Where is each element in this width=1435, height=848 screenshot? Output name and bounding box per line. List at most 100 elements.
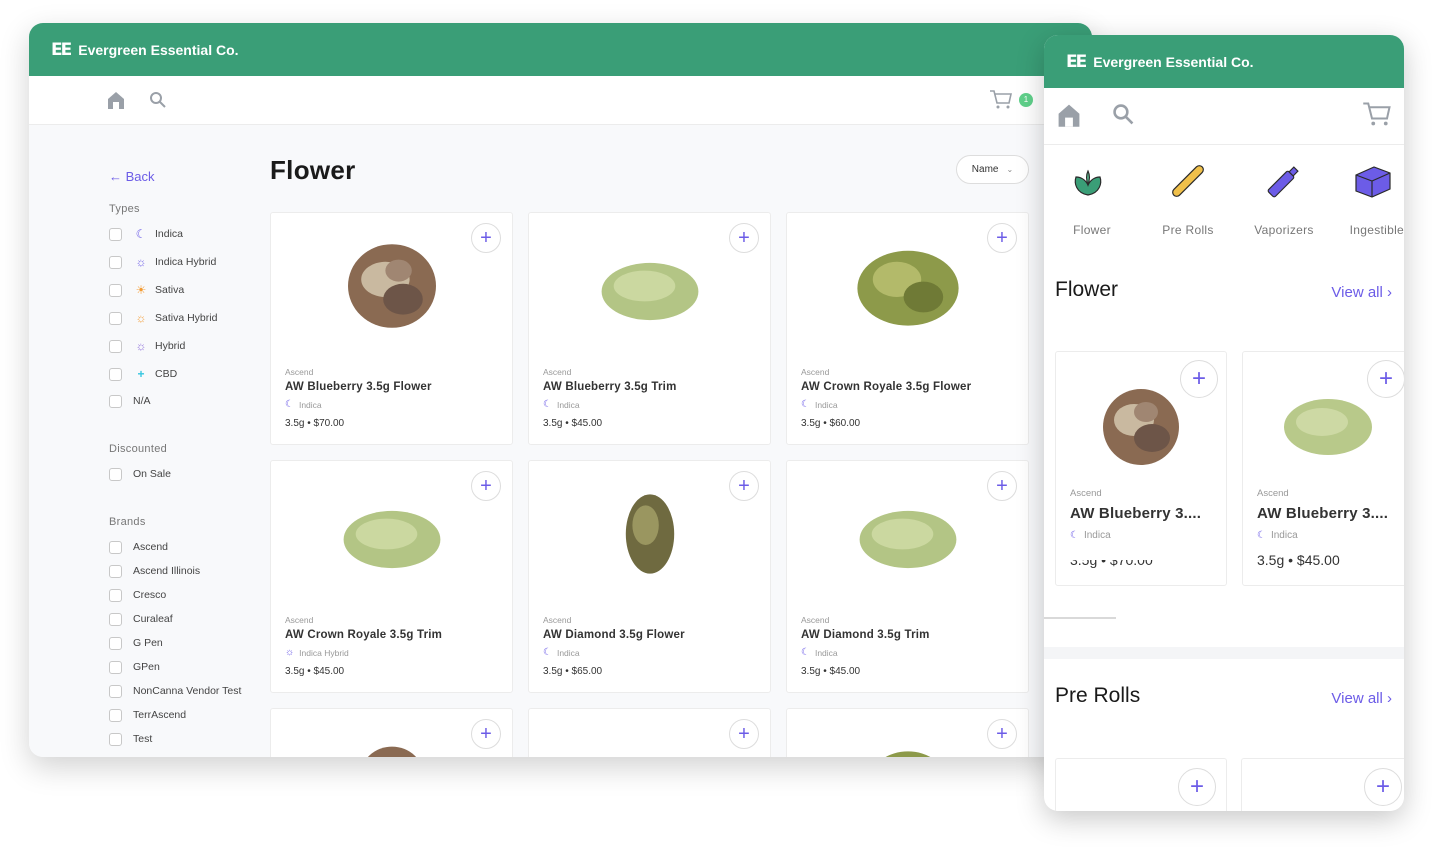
checkbox[interactable]: [109, 394, 122, 408]
product-card[interactable]: +: [528, 708, 771, 757]
add-to-cart-button[interactable]: +: [987, 223, 1017, 253]
category-pre-rolls[interactable]: Pre Rolls: [1140, 145, 1236, 240]
checkbox[interactable]: [109, 540, 122, 554]
filter-label: N/A: [133, 395, 151, 407]
product-card[interactable]: +: [1241, 758, 1404, 811]
checkbox[interactable]: [109, 339, 122, 353]
cart-icon[interactable]: [1362, 101, 1392, 126]
filter-brand[interactable]: Ascend Illinois: [109, 563, 200, 579]
filter-type-hybrid[interactable]: ☼ Hybrid: [109, 338, 185, 354]
store-name[interactable]: Evergreen Essential Co.: [78, 42, 238, 58]
checkbox[interactable]: [109, 708, 122, 722]
filter-brand[interactable]: GPen: [109, 659, 160, 675]
add-to-cart-button[interactable]: +: [987, 719, 1017, 749]
add-to-cart-button[interactable]: +: [471, 719, 501, 749]
add-to-cart-button[interactable]: +: [1180, 360, 1218, 398]
filter-brand[interactable]: TerrAscend: [109, 707, 186, 723]
product-card[interactable]: + Ascend AW Crown Royale 3.5g Flower ☾ Indic…: [786, 212, 1029, 445]
add-to-cart-button[interactable]: +: [729, 471, 759, 501]
add-to-cart-button[interactable]: +: [729, 719, 759, 749]
add-to-cart-button[interactable]: +: [1364, 768, 1402, 806]
product-card[interactable]: + Ascend AW Blueberry 3.5g Trim ☾ Indica 3.5g…: [528, 212, 771, 445]
home-icon[interactable]: [1056, 102, 1082, 128]
pre-roll-icon: [1172, 165, 1204, 197]
main-content: ← Back Types ☾ Indica ☼ Indica Hybrid ☀ Sat…: [29, 125, 1092, 757]
checkbox[interactable]: [109, 684, 122, 698]
filter-type-sativa-hybrid[interactable]: ☼ Sativa Hybrid: [109, 310, 217, 326]
add-to-cart-button[interactable]: +: [1178, 768, 1216, 806]
product-card[interactable]: +: [786, 708, 1029, 757]
checkbox[interactable]: [109, 311, 122, 325]
logo[interactable]: EE: [1066, 52, 1087, 72]
add-to-cart-button[interactable]: +: [1367, 360, 1404, 398]
product-card[interactable]: + Ascend AW Crown Royale 3.5g Trim ☼ Indica …: [270, 460, 513, 693]
add-to-cart-button[interactable]: +: [987, 471, 1017, 501]
category-flower[interactable]: Flower: [1044, 145, 1140, 240]
filter-label: Curaleaf: [133, 613, 173, 625]
filter-brand[interactable]: G Pen: [109, 635, 163, 651]
category-ingestibles[interactable]: Ingestibles: [1332, 145, 1404, 240]
store-name[interactable]: Evergreen Essential Co.: [1093, 54, 1253, 70]
sort-dropdown[interactable]: Name ⌄: [956, 155, 1029, 184]
product-brand: Ascend: [285, 367, 314, 377]
checkbox[interactable]: [109, 227, 122, 241]
search-icon[interactable]: [149, 91, 167, 109]
filter-type-cbd[interactable]: + CBD: [109, 366, 177, 382]
logo[interactable]: EE: [51, 40, 72, 60]
product-image: [601, 262, 698, 321]
sativa-hybrid-icon: ☼: [135, 311, 147, 325]
product-strain: ☾ Indica: [543, 399, 580, 410]
checkbox[interactable]: [109, 732, 122, 746]
product-card[interactable]: + Ascend AW Blueberry 3.... ☾ Indica 3.5g…: [1242, 351, 1404, 586]
nav-bar: [1044, 88, 1404, 145]
home-icon[interactable]: [106, 90, 126, 110]
checkbox[interactable]: [109, 660, 122, 674]
product-name: AW Crown Royale 3.5g Trim: [285, 629, 443, 641]
checkbox[interactable]: [109, 283, 122, 297]
add-to-cart-button[interactable]: +: [471, 471, 501, 501]
filter-label: Ascend Illinois: [133, 565, 201, 577]
filter-type-na[interactable]: N/A: [109, 393, 151, 409]
scroll-indicator[interactable]: [1044, 617, 1116, 619]
filter-brand[interactable]: Ascend: [109, 539, 168, 555]
filter-type-indica-hybrid[interactable]: ☼ Indica Hybrid: [109, 254, 216, 270]
checkbox[interactable]: [109, 467, 122, 481]
add-to-cart-button[interactable]: +: [729, 223, 759, 253]
checkbox[interactable]: [109, 255, 122, 269]
filter-type-sativa[interactable]: ☀ Sativa: [109, 282, 184, 298]
product-price: 3.5g • $45.00: [1257, 552, 1340, 568]
checkbox[interactable]: [109, 564, 122, 578]
product-price: 3.5g • $45.00: [285, 666, 345, 677]
view-all-link[interactable]: View all ›: [1331, 284, 1392, 301]
filter-brand[interactable]: NonCanna Vendor Test: [109, 683, 241, 699]
filter-on-sale[interactable]: On Sale: [109, 466, 171, 482]
filter-brand[interactable]: Test: [109, 731, 152, 747]
product-card[interactable]: + Ascend AW Blueberry 3.5g Flower ☾ Indica 3.…: [270, 212, 513, 445]
product-name: AW Blueberry 3.5g Trim: [543, 381, 677, 393]
checkbox[interactable]: [109, 612, 122, 626]
product-card[interactable]: +: [1055, 758, 1227, 811]
view-all-link[interactable]: View all ›: [1331, 690, 1392, 707]
category-vaporizers[interactable]: Vaporizers: [1236, 145, 1332, 240]
filter-brand[interactable]: Cresco: [109, 587, 166, 603]
product-image: [595, 737, 705, 757]
product-card[interactable]: + Ascend AW Diamond 3.5g Trim ☾ Indica 3.5g •…: [786, 460, 1029, 693]
checkbox[interactable]: [109, 367, 122, 381]
add-to-cart-button[interactable]: +: [471, 223, 501, 253]
checkbox[interactable]: [109, 636, 122, 650]
product-card[interactable]: +: [270, 708, 513, 757]
filter-type-indica[interactable]: ☾ Indica: [109, 226, 183, 242]
product-strain: ☾ Indica: [1070, 530, 1111, 541]
filter-brand[interactable]: Curaleaf: [109, 611, 173, 627]
product-card[interactable]: + Ascend AW Diamond 3.5g Flower ☾ Indica 3.5g…: [528, 460, 771, 693]
product-name: AW Diamond 3.5g Flower: [543, 629, 685, 641]
search-icon[interactable]: [1112, 103, 1135, 126]
filter-label: TerrAscend: [133, 709, 187, 721]
cart-icon[interactable]: [989, 89, 1013, 109]
product-card[interactable]: + Ascend AW Blueberry 3.... ☾ Indica 3.5g…: [1055, 351, 1227, 586]
types-heading: Types: [109, 203, 140, 215]
checkbox[interactable]: [109, 588, 122, 602]
back-link[interactable]: ← Back: [109, 169, 155, 184]
nav-bar: 1: [29, 76, 1092, 125]
category-label: Flower: [1073, 223, 1111, 237]
